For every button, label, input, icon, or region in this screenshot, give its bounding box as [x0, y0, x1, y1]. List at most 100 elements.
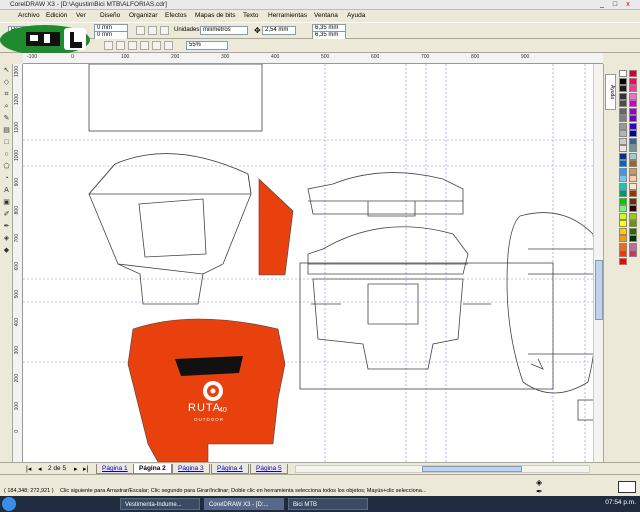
pick-tool-icon[interactable]: ↖ [2, 66, 11, 75]
palette-swatch[interactable] [619, 175, 627, 182]
interactive-blend-icon[interactable]: ▣ [2, 198, 11, 207]
palette-swatch[interactable] [629, 145, 637, 152]
nudge-field[interactable]: 2,54 mm [262, 26, 296, 35]
freehand-tool-icon[interactable]: ✎ [2, 114, 11, 123]
redo-icon[interactable] [116, 41, 125, 50]
next-page-icon[interactable]: ▸ [74, 465, 78, 473]
menu-ayuda[interactable]: Ayuda [347, 12, 365, 19]
text-tool-icon[interactable]: A [2, 186, 11, 195]
fill-tool-icon[interactable]: ◈ [2, 234, 11, 243]
application-launcher-icon[interactable] [152, 41, 161, 50]
palette-swatch[interactable] [619, 92, 627, 100]
palette-swatch[interactable] [619, 107, 627, 115]
palette-swatch[interactable] [619, 122, 627, 130]
palette-swatch[interactable] [619, 190, 627, 197]
palette-swatch[interactable] [629, 190, 637, 197]
palette-swatch[interactable] [619, 115, 627, 122]
close-button[interactable]: x [622, 0, 634, 9]
palette-swatch[interactable] [619, 70, 627, 77]
horizontal-scrollbar[interactable] [295, 465, 590, 473]
palette-swatch[interactable] [629, 85, 637, 92]
shape-tool-icon[interactable]: ◇ [2, 78, 11, 87]
docker-tab[interactable]: Ayuda [605, 74, 616, 110]
landscape-icon[interactable] [148, 26, 157, 35]
page-tab-1[interactable]: Página 1 [96, 464, 134, 474]
palette-swatch[interactable] [629, 197, 637, 205]
horizontal-scroll-thumb[interactable] [422, 466, 522, 472]
palette-swatch[interactable] [619, 212, 627, 220]
first-page-icon[interactable]: |◂ [26, 465, 31, 473]
maximize-button[interactable]: □ [609, 0, 621, 9]
page-tab-3[interactable]: Página 3 [172, 464, 210, 474]
units-dropdown[interactable]: milímetros [200, 26, 248, 35]
polygon-tool-icon[interactable]: ⬠ [2, 162, 11, 171]
vertical-scrollbar[interactable] [593, 64, 603, 462]
palette-swatch[interactable] [619, 250, 627, 257]
corel-online-icon[interactable] [164, 41, 173, 50]
palette-swatch[interactable] [619, 235, 627, 242]
menu-efectos[interactable]: Efectos [165, 12, 187, 19]
palette-swatch[interactable] [619, 152, 627, 160]
palette-swatch[interactable] [629, 100, 637, 107]
crop-tool-icon[interactable]: ⌗ [2, 90, 11, 99]
palette-swatch[interactable] [629, 130, 637, 137]
vertical-scroll-thumb[interactable] [595, 260, 603, 320]
palette-swatch[interactable] [629, 242, 637, 250]
portrait-icon[interactable] [136, 26, 145, 35]
palette-swatch[interactable] [619, 77, 627, 85]
drawing-canvas[interactable]: RUTA 40 OUTDOOR [23, 64, 603, 462]
start-orb-icon[interactable] [2, 497, 16, 511]
palette-swatch[interactable] [629, 107, 637, 115]
last-page-icon[interactable]: ▸| [83, 465, 88, 473]
menu-diseno[interactable]: Diseño [100, 12, 120, 19]
palette-swatch[interactable] [629, 122, 637, 130]
rectangle-tool-icon[interactable]: □ [2, 138, 11, 147]
export-icon[interactable] [140, 41, 149, 50]
palette-swatch[interactable] [629, 235, 637, 242]
prev-page-icon[interactable]: ◂ [38, 465, 42, 473]
palette-swatch[interactable] [619, 85, 627, 92]
eyedropper-icon[interactable]: ✐ [2, 210, 11, 219]
menu-edicion[interactable]: Edición [46, 12, 67, 19]
palette-swatch[interactable] [619, 160, 627, 167]
taskbar-item-vestimenta[interactable]: Vestimenta-Indume... [120, 498, 200, 510]
smart-fill-icon[interactable]: ▤ [2, 126, 11, 135]
interactive-fill-icon[interactable]: ◆ [2, 246, 11, 255]
palette-swatch[interactable] [629, 160, 637, 167]
taskbar-item-coreldraw[interactable]: CorelDRAW X3 - [D:... [204, 498, 284, 510]
palette-swatch[interactable] [619, 242, 627, 250]
undo-icon[interactable] [104, 41, 113, 50]
menu-organizar[interactable]: Organizar [129, 12, 158, 19]
page-tab-2[interactable]: Página 2 [133, 464, 172, 474]
palette-swatch[interactable] [629, 205, 637, 212]
palette-swatch[interactable] [619, 100, 627, 107]
palette-swatch[interactable] [629, 227, 637, 235]
palette-swatch[interactable] [619, 137, 627, 145]
menu-ver[interactable]: Ver [76, 12, 86, 19]
basic-shapes-icon[interactable]: ◔ [2, 174, 11, 183]
menu-herramientas[interactable]: Herramientas [268, 12, 307, 19]
palette-swatch[interactable] [619, 220, 627, 227]
palette-swatch[interactable] [629, 152, 637, 160]
palette-swatch[interactable] [619, 145, 627, 152]
minimize-button[interactable]: _ [596, 0, 608, 9]
menu-mapas-de-bits[interactable]: Mapas de bits [195, 12, 235, 19]
palette-swatch[interactable] [629, 212, 637, 220]
zoom-dropdown[interactable]: 55% [186, 41, 228, 50]
palette-swatch[interactable] [629, 115, 637, 122]
palette-swatch[interactable] [629, 167, 637, 175]
menu-texto[interactable]: Texto [243, 12, 259, 19]
page-tab-4[interactable]: Página 4 [211, 464, 249, 474]
menu-ventana[interactable]: Ventana [314, 12, 338, 19]
palette-swatch[interactable] [629, 175, 637, 182]
outline-indicator-icon[interactable]: ✒ [536, 487, 543, 496]
palette-swatch[interactable] [629, 182, 637, 190]
palette-swatch[interactable] [619, 205, 627, 212]
vertical-ruler[interactable]: 1300 1200 1100 1000 900 800 700 600 500 … [13, 64, 23, 462]
taskbar-item-bici-mtb[interactable]: Bici MTB [288, 498, 368, 510]
palette-swatch[interactable] [629, 70, 637, 77]
horizontal-ruler[interactable]: -100 0 100 200 300 400 500 600 700 800 9… [23, 53, 603, 64]
palette-swatch[interactable] [619, 257, 627, 265]
outline-tool-icon[interactable]: ✒ [2, 222, 11, 231]
palette-swatch[interactable] [619, 227, 627, 235]
